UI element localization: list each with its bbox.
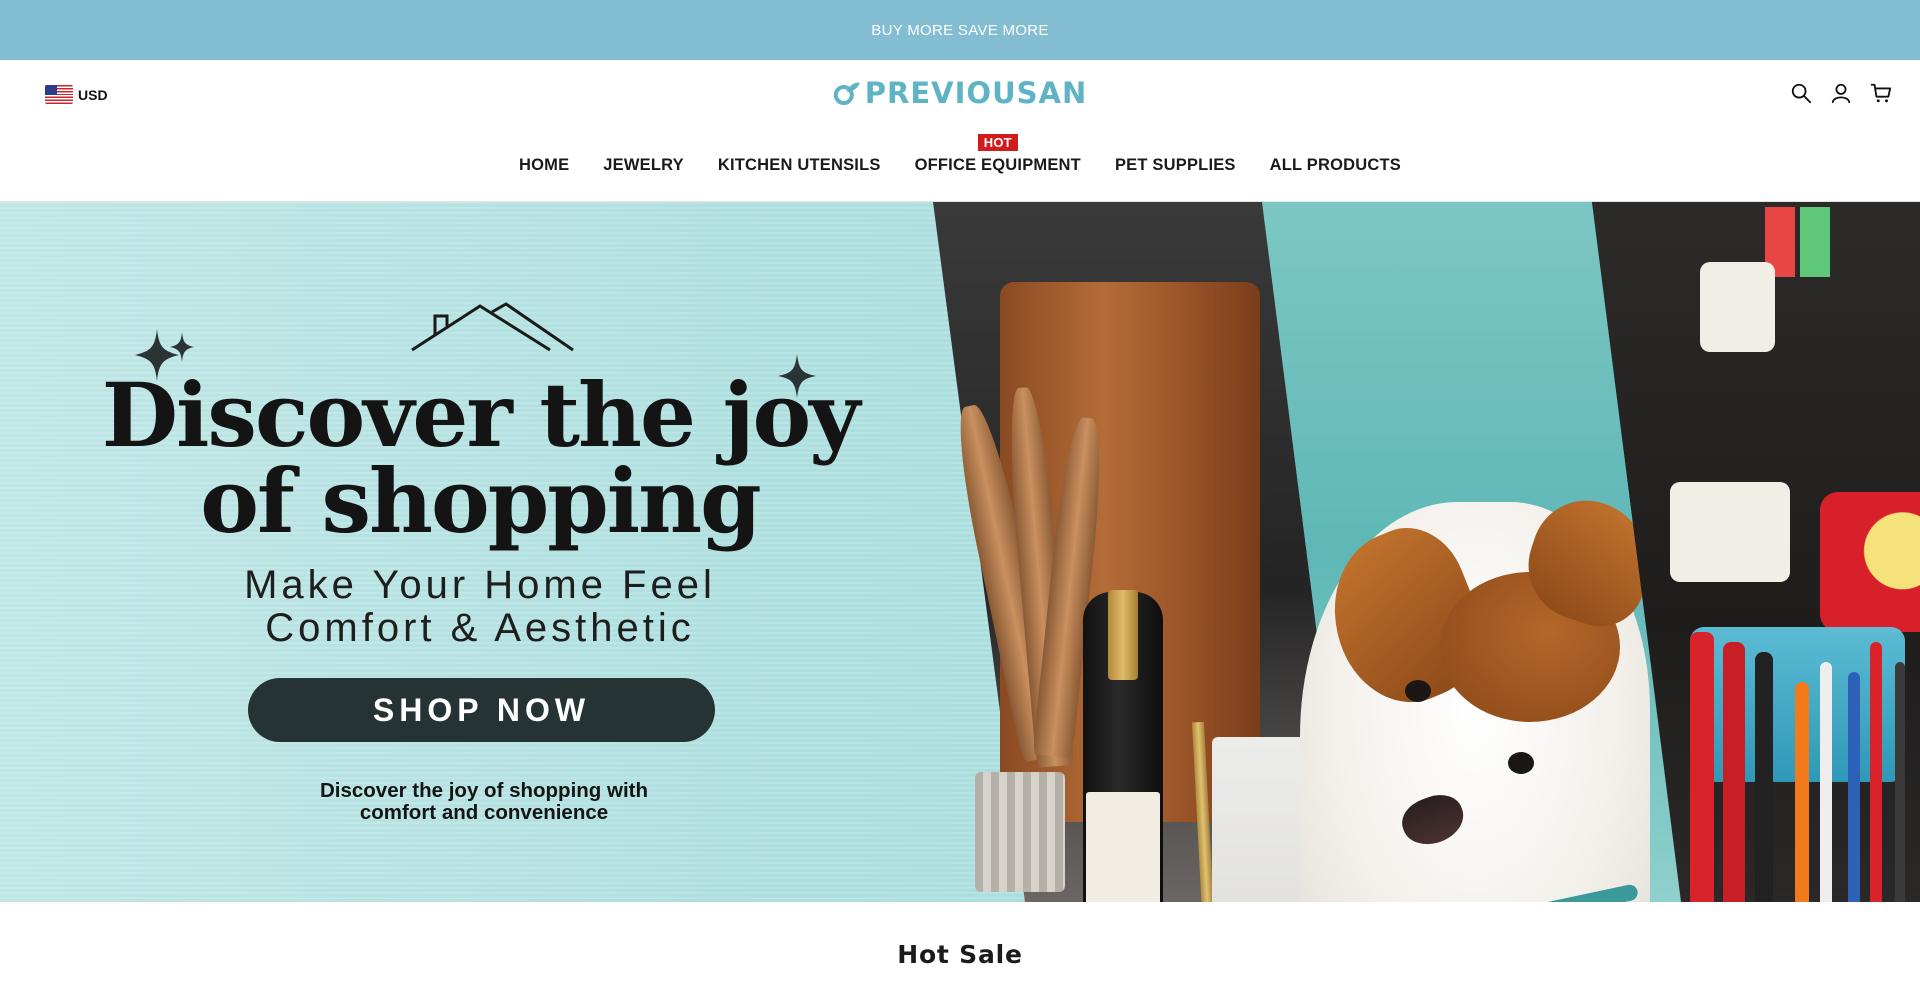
pencil-image	[1755, 652, 1773, 902]
nav-item-pet-supplies[interactable]: PET SUPPLIES	[1115, 156, 1236, 175]
search-icon[interactable]	[1790, 82, 1812, 104]
red-marker-image	[1690, 632, 1714, 902]
hero-title-line-1: Discover the joy	[101, 363, 861, 467]
blue-pen-image	[1848, 672, 1860, 902]
bottle-neck-image	[1108, 590, 1138, 680]
site-header: USD PREVIOUSAN HOME JEWELRY KITCHEN UTEN…	[0, 60, 1920, 202]
tape-measure-image	[1820, 492, 1920, 632]
logo-text: PREVIOUSAN	[864, 76, 1088, 110]
hero-subtitle-line-1: Make Your Home Feel	[244, 563, 716, 607]
currency-selector[interactable]: USD	[45, 85, 108, 104]
ceramic-jar-image	[975, 772, 1065, 892]
hero-title-line-2: of shopping	[200, 449, 761, 553]
hot-sale-heading: Hot Sale	[897, 940, 1023, 969]
hero-copy: Discover the joy of shopping Make Your H…	[0, 202, 980, 902]
red-pencil-image	[1870, 642, 1882, 902]
nav-item-home[interactable]: HOME	[519, 156, 569, 175]
nav-item-label: OFFICE EQUIPMENT	[914, 156, 1081, 174]
eraser-image	[1700, 262, 1775, 352]
hero-subtitle-line-2: Comfort & Aesthetic	[265, 606, 695, 650]
site-logo[interactable]: PREVIOUSAN	[833, 76, 1087, 110]
house-roof-icon	[411, 302, 574, 352]
nav-item-all-products[interactable]: ALL PRODUCTS	[1270, 156, 1401, 175]
header-actions	[1790, 82, 1892, 104]
nav-item-office-equipment[interactable]: HOT OFFICE EQUIPMENT	[914, 134, 1081, 175]
shop-now-button[interactable]: SHOP NOW	[248, 678, 715, 742]
hero-note-line-2: comfort and convenience	[359, 801, 609, 824]
orange-pen-image	[1795, 682, 1809, 902]
announcement-bar: BUY MORE SAVE MORE	[0, 0, 1920, 60]
sparkle-icon	[170, 332, 194, 362]
red-marker-image	[1723, 642, 1745, 902]
currency-code: USD	[78, 86, 108, 103]
us-flag-icon	[45, 85, 73, 104]
announcement-text: BUY MORE SAVE MORE	[871, 21, 1049, 39]
puppy-eye-left	[1405, 680, 1431, 702]
puppy-eye-right	[1508, 752, 1534, 774]
white-pen-image	[1820, 662, 1832, 902]
hero-banner[interactable]: Discover the joy of shopping Make Your H…	[0, 202, 1920, 902]
hero-note-line-1: Discover the joy of shopping with	[319, 779, 649, 802]
hot-badge: HOT	[977, 134, 1018, 151]
bottle-label-image	[1086, 792, 1160, 902]
eraser-image	[1670, 482, 1790, 582]
nav-item-jewelry[interactable]: JEWELRY	[603, 156, 684, 175]
pen-image	[1895, 662, 1905, 902]
account-icon[interactable]	[1830, 82, 1852, 104]
sticky-note-image	[1800, 207, 1830, 277]
cart-icon[interactable]	[1870, 82, 1892, 104]
hero-note: Discover the joy of shopping with comfor…	[0, 780, 968, 824]
main-nav: HOME JEWELRY KITCHEN UTENSILS HOT OFFICE…	[0, 134, 1920, 175]
nav-item-kitchen-utensils[interactable]: KITCHEN UTENSILS	[718, 156, 881, 175]
logo-leaf-icon	[833, 82, 860, 105]
